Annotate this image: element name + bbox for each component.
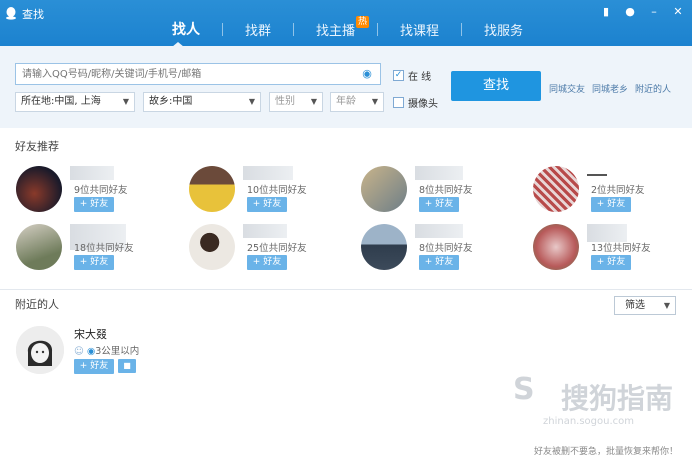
minimize-button[interactable]: – — [646, 4, 662, 20]
add-friend-button[interactable]: + 好友 — [74, 359, 114, 374]
online-label: 在 线 — [408, 72, 432, 83]
mutual-friends-count: 8位共同好友 — [419, 243, 473, 254]
add-friend-button[interactable]: + 好友 — [591, 197, 631, 212]
add-friend-button[interactable]: + 好友 — [591, 255, 631, 270]
online-checkbox[interactable]: ✓ 在 线 — [393, 68, 431, 83]
search-button[interactable]: 查找 — [451, 71, 541, 101]
avatar[interactable] — [533, 166, 579, 212]
avatar[interactable] — [189, 166, 235, 212]
add-friend-button[interactable]: + 好友 — [247, 255, 287, 270]
hometown-select[interactable]: 故乡:中国 ▼ — [143, 92, 261, 112]
sogou-logo-icon: S — [513, 372, 535, 407]
title-bar: 查找 ▮ ● – ✕ 找人 找群 找主播 热 找课程 找服务 — [0, 0, 692, 47]
tab-find-streamers[interactable]: 找主播 热 — [294, 15, 377, 39]
qq-logo-icon — [4, 6, 18, 20]
chevron-down-icon: ▼ — [310, 97, 317, 106]
add-friend-button[interactable]: + 好友 — [419, 197, 459, 212]
window-controls: ▮ ● – ✕ — [598, 4, 686, 20]
tab-find-groups[interactable]: 找群 — [223, 20, 293, 39]
nearby-distance: ☺ ◉3公里以内 — [74, 343, 139, 357]
add-friend-button[interactable]: + 好友 — [247, 197, 287, 212]
friend-card: 13位共同好友 + 好友 — [533, 224, 683, 274]
link-same-city-hometown[interactable]: 同城老乡 — [592, 82, 628, 95]
link-nearby-people[interactable]: 附近的人 — [635, 82, 671, 95]
nearby-title: 附近的人 — [15, 298, 59, 311]
blurred-name — [70, 166, 114, 180]
mutual-friends-count: 9位共同好友 — [74, 185, 128, 196]
search-input[interactable] — [15, 63, 381, 85]
tab-find-services[interactable]: 找服务 — [462, 20, 545, 39]
window-title: 查找 — [22, 8, 44, 21]
person-icon: ☺ — [74, 346, 84, 357]
friend-card: 8位共同好友 + 好友 — [361, 224, 511, 274]
add-friend-button[interactable]: + 好友 — [74, 197, 114, 212]
filter-dropdown[interactable]: 筛选 ▼ — [614, 296, 676, 315]
nearby-person-name: 宋大叕 — [74, 328, 107, 341]
add-friend-button[interactable]: + 好友 — [74, 255, 114, 270]
location-pin-icon[interactable]: ◉ — [361, 67, 373, 81]
location-value: 所在地:中国, 上海 — [21, 96, 101, 107]
avatar[interactable] — [189, 224, 235, 270]
hot-badge: 热 — [356, 15, 370, 28]
mutual-friends-count: 8位共同好友 — [419, 185, 473, 196]
friend-card: 8位共同好友 + 好友 — [361, 166, 511, 216]
checkbox-unchecked-icon — [393, 97, 404, 108]
avatar[interactable] — [16, 166, 62, 212]
friend-card: 25位共同好友 + 好友 — [189, 224, 339, 274]
mutual-friends-count: 25位共同好友 — [247, 243, 307, 254]
quick-links: 同城交友 同城老乡 附近的人 — [549, 82, 671, 95]
recommend-title: 好友推荐 — [15, 140, 59, 153]
friend-card: 10位共同好友 + 好友 — [189, 166, 339, 216]
hometown-value: 故乡:中国 — [149, 96, 193, 107]
add-friend-button[interactable]: + 好友 — [419, 255, 459, 270]
blurred-name — [415, 224, 463, 238]
gender-select[interactable]: 性别 ▼ — [269, 92, 323, 112]
chevron-down-icon: ▼ — [248, 97, 255, 106]
chevron-down-icon: ▼ — [371, 97, 378, 106]
avatar[interactable] — [16, 224, 62, 270]
message-icon[interactable]: ■ — [118, 359, 136, 373]
chevron-down-icon: ▼ — [663, 301, 670, 310]
close-button[interactable]: ✕ — [670, 4, 686, 20]
location-select[interactable]: 所在地:中国, 上海 ▼ — [15, 92, 135, 112]
friend-card: 18位共同好友 + 好友 — [16, 224, 166, 274]
chevron-down-icon: ▼ — [122, 97, 129, 106]
camera-label: 摄像头 — [408, 99, 438, 110]
friend-card: 2位共同好友 + 好友 — [533, 166, 683, 216]
mutual-friends-count: 18位共同好友 — [74, 243, 134, 254]
avatar[interactable] — [16, 326, 64, 374]
search-panel: ◉ ✓ 在 线 摄像头 所在地:中国, 上海 ▼ 故乡:中国 ▼ 性别 ▼ 年龄… — [0, 46, 692, 128]
tab-label: 找主播 — [316, 23, 356, 39]
watermark-url: zhinan.sogou.com — [543, 416, 635, 427]
tab-find-courses[interactable]: 找课程 — [378, 20, 461, 39]
avatar[interactable] — [361, 166, 407, 212]
mutual-friends-count: 10位共同好友 — [247, 185, 307, 196]
friend-card: 9位共同好友 + 好友 — [16, 166, 166, 216]
age-placeholder: 年龄 — [336, 96, 356, 107]
blurred-name — [415, 166, 463, 180]
link-same-city-dating[interactable]: 同城交友 — [549, 82, 585, 95]
avatar[interactable] — [361, 224, 407, 270]
blurred-name — [243, 166, 293, 180]
avatar[interactable] — [533, 224, 579, 270]
mutual-friends-count: 13位共同好友 — [591, 243, 651, 254]
lock-icon[interactable]: ● — [622, 4, 638, 20]
blurred-name — [587, 174, 607, 176]
location-pin-icon: ◉ — [86, 346, 96, 357]
mutual-friends-count: 2位共同好友 — [591, 185, 645, 196]
gender-placeholder: 性别 — [275, 96, 295, 107]
watermark-text: 搜狗指南 — [561, 382, 674, 415]
blurred-name — [243, 224, 287, 238]
age-select[interactable]: 年龄 ▼ — [330, 92, 384, 112]
main-tabs: 找人 找群 找主播 热 找课程 找服务 — [150, 15, 545, 39]
section-divider — [0, 289, 692, 290]
camera-checkbox[interactable]: 摄像头 — [393, 95, 438, 110]
tab-find-people[interactable]: 找人 — [150, 19, 222, 39]
filter-label: 筛选 — [625, 300, 645, 311]
distance-text: 3公里以内 — [95, 346, 140, 357]
feedback-icon[interactable]: ▮ — [598, 4, 614, 20]
footer-tip-link[interactable]: 好友被删不要急，批量恢复来帮你！ — [534, 444, 678, 457]
checkbox-checked-icon: ✓ — [393, 70, 404, 81]
